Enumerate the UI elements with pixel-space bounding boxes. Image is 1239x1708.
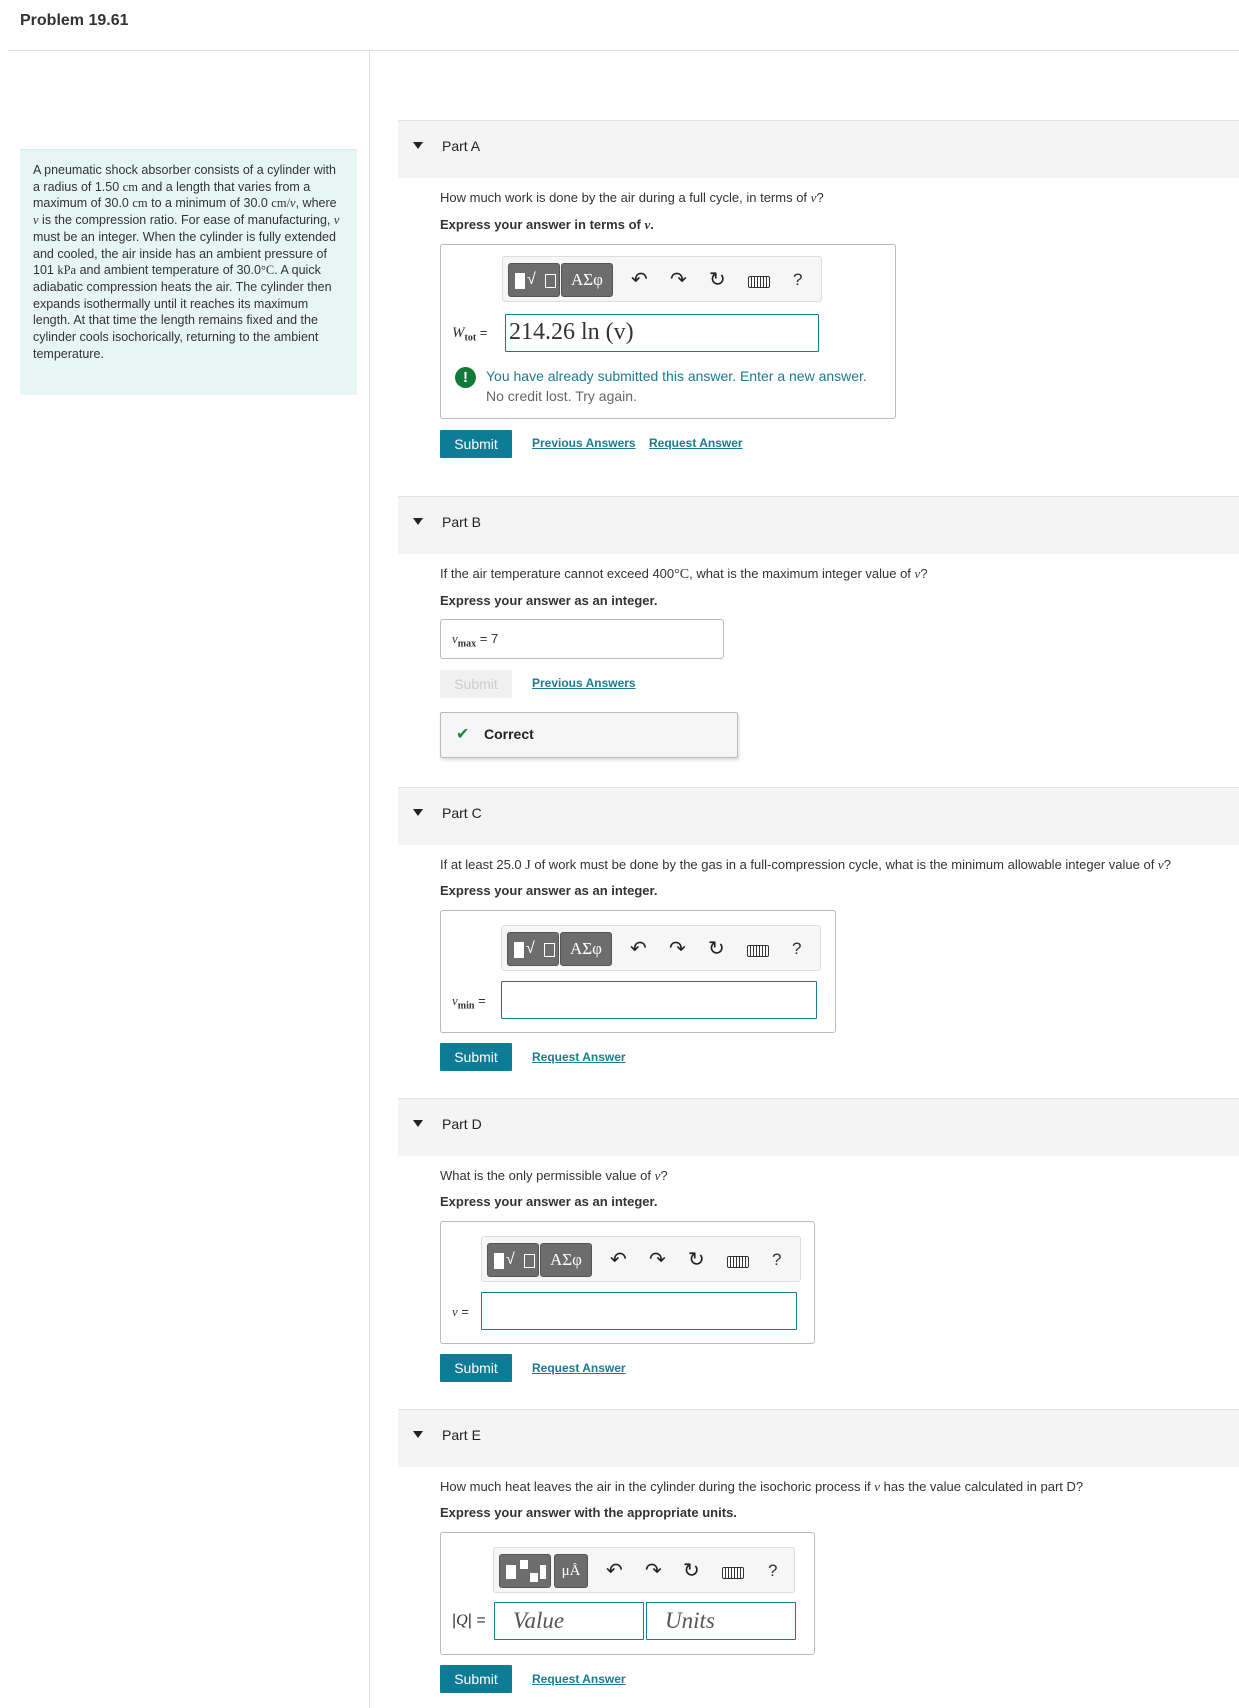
units-toolbar: μÅ ↶ ↷ ↻ ? [493,1547,795,1593]
templates-button[interactable]: √ [507,932,559,966]
vmin-label: vmin = [452,993,486,1012]
part-a-label: Part A [442,138,481,154]
collapse-triangle-icon[interactable] [413,809,423,816]
keyboard-icon[interactable] [722,1567,744,1579]
undo-icon[interactable]: ↶ [610,1249,627,1271]
part-e-header[interactable]: Part E [398,1409,1239,1467]
part-c-request-answer-link[interactable]: Request Answer [532,1050,626,1064]
warning-message: You have already submitted this answer. … [486,368,867,384]
part-c-answer-box: √ ΑΣφ ↶ ↷ ↻ ? vmin = [440,910,836,1033]
undo-icon[interactable]: ↶ [606,1560,623,1582]
part-d-answer-input[interactable] [481,1292,797,1330]
part-d-label: Part D [442,1116,482,1132]
math-toolbar: √ ΑΣφ ↶ ↷ ↻ ? [501,925,821,971]
part-a-header[interactable]: Part A [398,120,1239,178]
reset-icon[interactable]: ↻ [683,1560,700,1582]
greek-symbols-button[interactable]: ΑΣφ [560,932,612,966]
part-e-label: Part E [442,1427,481,1443]
part-a-request-answer-link[interactable]: Request Answer [649,436,743,450]
reset-icon[interactable]: ↻ [708,938,725,960]
q-label: |Q| = [452,1612,486,1629]
collapse-triangle-icon[interactable] [413,1120,423,1127]
part-c-label: Part C [442,805,482,821]
part-e-answer-box: μÅ ↶ ↷ ↻ ? |Q| = Value Units [440,1532,815,1655]
column-divider [369,52,370,1708]
part-c-instruction: Express your answer as an integer. [440,883,658,898]
part-a-answer-box: √ ΑΣφ ↶ ↷ ↻ ? Wtot = 214.26 ln (v) ! You… [440,244,896,419]
units-templates-button[interactable] [499,1554,551,1588]
part-c-question: If at least 25.0 J of work must be done … [440,857,1171,873]
templates-button[interactable]: √ [508,263,560,297]
part-d-question: What is the only permissible value of v? [440,1168,668,1183]
collapse-triangle-icon[interactable] [413,1431,423,1438]
redo-icon[interactable]: ↷ [645,1560,662,1582]
reset-icon[interactable]: ↻ [688,1249,705,1271]
check-icon: ✔ [456,726,470,743]
part-d-header[interactable]: Part D [398,1098,1239,1156]
warning-submessage: No credit lost. Try again. [486,388,637,404]
reset-icon[interactable]: ↻ [709,269,726,291]
greek-symbols-button[interactable]: ΑΣφ [561,263,613,297]
part-a-instruction: Express your answer in terms of v. [440,217,654,232]
units-symbols-button[interactable]: μÅ [554,1554,588,1588]
keyboard-icon[interactable] [727,1256,749,1268]
part-b-previous-answers-link[interactable]: Previous Answers [532,676,636,690]
redo-icon[interactable]: ↷ [649,1249,666,1271]
part-e-submit-button[interactable]: Submit [440,1665,512,1693]
keyboard-icon[interactable] [747,945,769,957]
part-a-previous-answers-link[interactable]: Previous Answers [532,436,636,450]
part-d-request-answer-link[interactable]: Request Answer [532,1361,626,1375]
problem-statement: A pneumatic shock absorber consists of a… [20,149,357,395]
collapse-triangle-icon[interactable] [413,142,423,149]
part-d-instruction: Express your answer as an integer. [440,1194,658,1209]
part-b-header[interactable]: Part B [398,496,1239,554]
part-b-answer-value: 7 [490,631,499,646]
collapse-triangle-icon[interactable] [413,518,423,525]
part-b-answer-box: vmax = 7 [440,619,724,659]
help-button[interactable]: ? [772,1250,781,1270]
part-d-submit-button[interactable]: Submit [440,1354,512,1382]
correct-label: Correct [484,726,534,742]
math-toolbar: √ ΑΣφ ↶ ↷ ↻ ? [481,1236,801,1282]
part-a-submit-button[interactable]: Submit [440,430,512,458]
header-divider [8,50,1239,51]
undo-icon[interactable]: ↶ [631,269,648,291]
part-e-request-answer-link[interactable]: Request Answer [532,1672,626,1686]
part-c-header[interactable]: Part C [398,787,1239,845]
help-button[interactable]: ? [768,1561,777,1581]
part-e-units-input[interactable]: Units [646,1602,796,1640]
warning-icon: ! [455,367,476,388]
part-a-question: How much work is done by the air during … [440,190,824,205]
part-c-submit-button[interactable]: Submit [440,1043,512,1071]
math-toolbar: √ ΑΣφ ↶ ↷ ↻ ? [502,256,822,302]
part-b-submit-button[interactable]: Submit [440,670,512,698]
greek-symbols-button[interactable]: ΑΣφ [540,1243,592,1277]
part-b-instruction: Express your answer as an integer. [440,593,658,608]
part-d-answer-box: √ ΑΣφ ↶ ↷ ↻ ? v = [440,1221,815,1344]
part-a-answer-input[interactable]: 214.26 ln (v) [505,314,819,352]
v-label: v = [452,1304,469,1319]
redo-icon[interactable]: ↷ [670,269,687,291]
keyboard-icon[interactable] [748,276,770,288]
part-e-instruction: Express your answer with the appropriate… [440,1505,737,1520]
part-c-answer-input[interactable] [501,981,817,1019]
vmax-label: vmax = 7 [452,631,499,650]
templates-button[interactable]: √ [487,1243,539,1277]
part-b-question: If the air temperature cannot exceed 400… [440,566,928,582]
help-button[interactable]: ? [793,270,802,290]
wtot-label: Wtot = [452,325,488,344]
undo-icon[interactable]: ↶ [630,938,647,960]
help-button[interactable]: ? [792,939,801,959]
part-b-feedback: ✔ Correct [440,712,738,758]
problem-title: Problem 19.61 [20,12,129,29]
part-e-question: How much heat leaves the air in the cyli… [440,1479,1084,1494]
redo-icon[interactable]: ↷ [669,938,686,960]
part-b-label: Part B [442,514,481,530]
part-e-value-input[interactable]: Value [494,1602,644,1640]
